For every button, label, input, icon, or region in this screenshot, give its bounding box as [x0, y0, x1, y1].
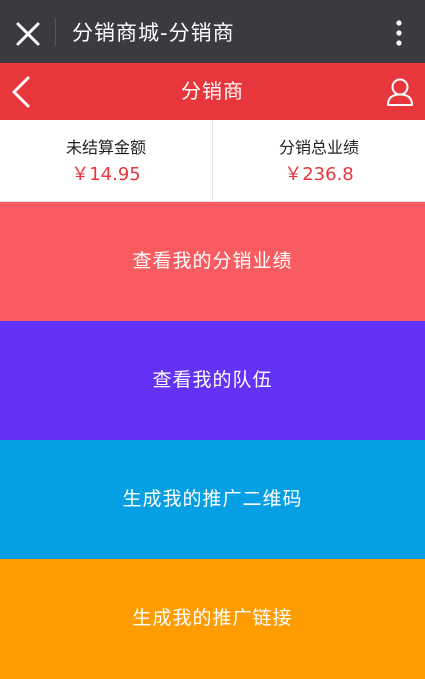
more-vertical-icon[interactable] [387, 18, 411, 48]
total-performance-stat: 分销总业绩 ￥236.8 [213, 120, 425, 201]
stats-panel: 未结算金额 ￥14.95 分销总业绩 ￥236.8 [0, 120, 425, 202]
close-icon[interactable] [10, 12, 46, 52]
generate-link-button[interactable]: 生成我的推广链接 [0, 559, 425, 679]
user-icon[interactable] [385, 76, 415, 108]
unsettled-amount-value: ￥14.95 [71, 164, 141, 185]
view-performance-button[interactable]: 查看我的分销业绩 [0, 202, 425, 321]
total-performance-value: ￥236.8 [284, 164, 354, 185]
view-team-button[interactable]: 查看我的队伍 [0, 321, 425, 440]
page-title: 分销商 [181, 79, 244, 103]
generate-qrcode-button[interactable]: 生成我的推广二维码 [0, 440, 425, 559]
unsettled-amount-stat: 未结算金额 ￥14.95 [0, 120, 212, 201]
top-bar-divider [55, 18, 56, 46]
browser-top-bar: 分销商城-分销商 [0, 0, 425, 63]
browser-title: 分销商城-分销商 [72, 21, 235, 45]
unsettled-amount-label: 未结算金额 [65, 138, 146, 157]
page-header: 分销商 [0, 63, 425, 120]
total-performance-label: 分销总业绩 [278, 138, 359, 157]
